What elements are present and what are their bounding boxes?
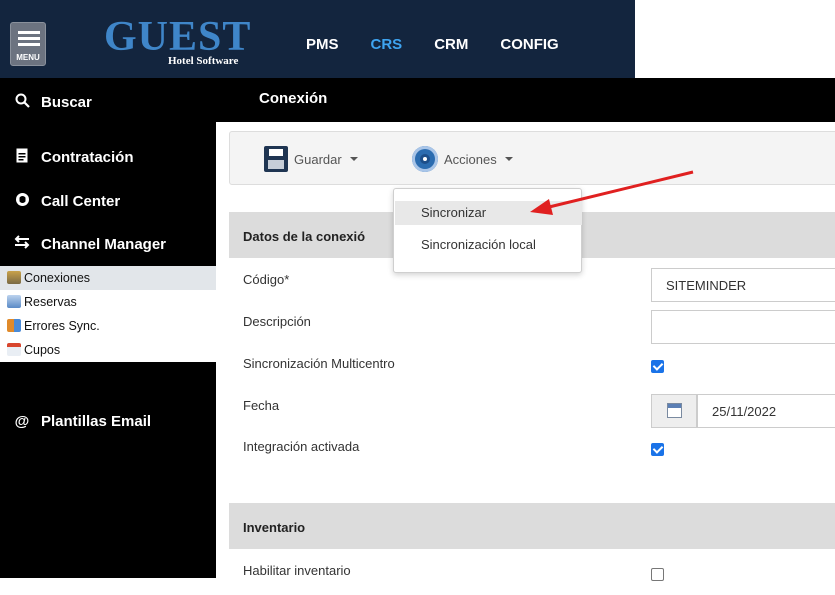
- headset-icon: [13, 192, 31, 211]
- contract-icon: [13, 148, 31, 167]
- sidebar-item-label: Buscar: [41, 93, 92, 111]
- sidebar-subitem-label: Errores Sync.: [24, 319, 100, 333]
- plug-icon: [7, 271, 21, 284]
- integracion-label: Integración activada: [243, 439, 360, 454]
- sidebar-item-label: Call Center: [41, 192, 121, 210]
- sidebar-item-channel-manager[interactable]: Channel Manager: [0, 224, 216, 264]
- logo-text: GUEST: [104, 14, 252, 60]
- sidebar-item-label: Contratación: [41, 148, 134, 166]
- sidebar-subitem-cupos[interactable]: Cupos: [0, 338, 216, 362]
- integracion-checkbox[interactable]: [651, 443, 664, 456]
- descripcion-label: Descripción: [243, 314, 311, 329]
- sidebar-subitem-errores-sync[interactable]: Errores Sync.: [0, 314, 216, 338]
- fecha-label: Fecha: [243, 398, 280, 413]
- nav-pms[interactable]: PMS: [306, 36, 339, 53]
- actions-button[interactable]: Acciones: [412, 144, 513, 174]
- sidebar-subitem-label: Cupos: [24, 343, 61, 357]
- multicentro-label: Sincronización Multicentro: [243, 356, 395, 371]
- sync-error-icon: [7, 319, 21, 332]
- menu-label: MENU: [16, 53, 40, 62]
- save-button[interactable]: Guardar: [264, 144, 358, 174]
- at-sign-icon: @: [14, 412, 30, 430]
- inventory-section-header: Inventario: [229, 503, 835, 549]
- hamburger-icon-bar: [18, 37, 40, 40]
- caret-down-icon: [349, 157, 358, 161]
- exchange-arrows-icon: [13, 235, 31, 253]
- multicentro-checkbox[interactable]: [651, 360, 664, 373]
- hamburger-icon: [18, 31, 40, 34]
- sidebar-subitem-label: Conexiones: [24, 271, 91, 285]
- caret-down-icon: [504, 157, 513, 161]
- menu-button[interactable]: MENU: [10, 22, 46, 66]
- page-title: Conexión: [259, 90, 328, 107]
- sidebar-subitem-label: Reservas: [24, 295, 77, 309]
- sidebar-item-label: Plantillas Email: [41, 412, 152, 430]
- sidebar-item-call-center[interactable]: Call Center: [0, 181, 216, 221]
- section-title: Inventario: [243, 520, 306, 535]
- toolbar: Guardar Acciones: [229, 131, 835, 185]
- sidebar-item-contratacion[interactable]: Contratación: [0, 137, 216, 177]
- logo-subtitle: Hotel Software: [168, 55, 239, 67]
- actions-dropdown-menu: Sincronizar Sincronización local: [393, 188, 582, 273]
- sidebar-subitem-reservas[interactable]: Reservas: [0, 290, 216, 314]
- nav-config[interactable]: CONFIG: [500, 36, 558, 53]
- channel-manager-submenu: Conexiones Reservas Errores Sync. Cupos: [0, 266, 216, 362]
- codigo-label: Código*: [243, 272, 290, 287]
- habilitar-inventario-checkbox[interactable]: [651, 568, 664, 581]
- section-title: Datos de la conexió: [243, 229, 366, 244]
- save-button-label: Guardar: [294, 151, 342, 167]
- gear-icon: [412, 146, 438, 172]
- habilitar-inventario-label: Habilitar inventario: [243, 563, 351, 578]
- actions-button-label: Acciones: [444, 151, 497, 167]
- nav-crm[interactable]: CRM: [434, 36, 468, 53]
- descripcion-input[interactable]: [651, 310, 835, 344]
- codigo-input[interactable]: SITEMINDER: [651, 268, 835, 302]
- top-header: MENU GUEST Hotel Software PMS CRS CRM CO…: [0, 0, 835, 78]
- nav-crs[interactable]: CRS: [371, 36, 403, 53]
- menu-item-sincronizacion-local[interactable]: Sincronización local: [395, 233, 582, 257]
- fecha-input[interactable]: 25/11/2022: [697, 394, 835, 428]
- calendar-icon: [667, 403, 682, 418]
- reservations-icon: [7, 295, 21, 308]
- search-icon: [13, 93, 31, 112]
- sidebar: Buscar Contratación Call Center Channel …: [0, 78, 216, 578]
- hamburger-icon-bar: [18, 43, 40, 46]
- floppy-disk-icon: [264, 146, 288, 172]
- sidebar-item-plantillas-email[interactable]: @ Plantillas Email: [0, 401, 216, 441]
- calendar-grid-icon: [7, 343, 21, 356]
- sidebar-item-search[interactable]: Buscar: [0, 82, 216, 122]
- page-title-bar: Conexión: [216, 78, 835, 122]
- top-nav: PMS CRS CRM CONFIG: [306, 36, 591, 53]
- date-picker-button[interactable]: [651, 394, 697, 428]
- sidebar-item-label: Channel Manager: [41, 235, 167, 253]
- sidebar-subitem-conexiones[interactable]: Conexiones: [0, 266, 216, 290]
- menu-item-sincronizar[interactable]: Sincronizar: [395, 201, 582, 225]
